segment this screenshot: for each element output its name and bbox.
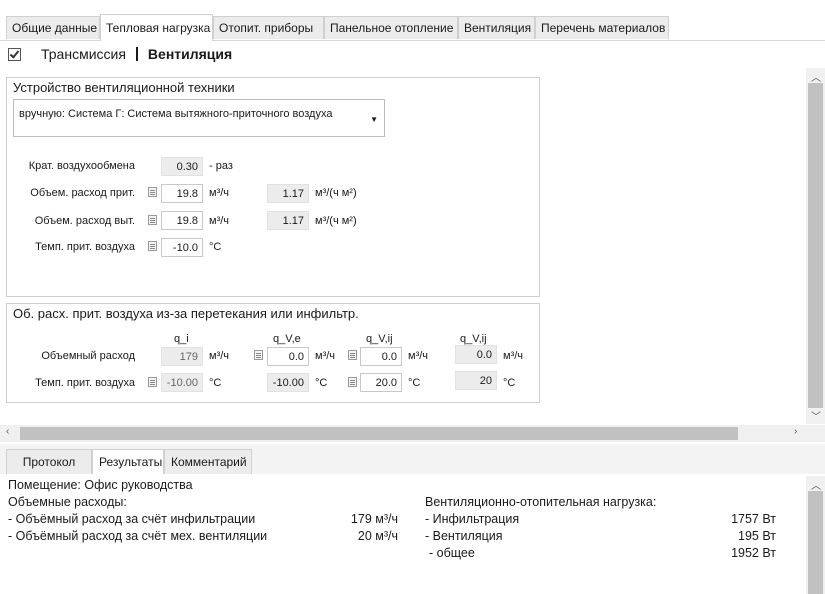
subheader-ventilation[interactable]: Вентиляция bbox=[148, 46, 232, 62]
qvij-result-temp-value: 20 bbox=[455, 371, 497, 390]
results-right-value: 1952 Вт bbox=[731, 546, 776, 560]
qvij-result-temp-unit: °C bbox=[503, 377, 516, 389]
tab-general-data[interactable]: Общие данные bbox=[6, 16, 100, 39]
qi-temp-unit: °C bbox=[209, 377, 222, 389]
subheader-transmission[interactable]: Трансмиссия bbox=[41, 46, 126, 62]
results-left-label: - Объёмный расход за счёт инфильтрации bbox=[8, 512, 256, 526]
calculator-icon[interactable] bbox=[348, 377, 357, 387]
col-head-qi: q_i bbox=[174, 333, 189, 345]
subheader-separator bbox=[135, 47, 138, 61]
supply-flow-label: Объем. расход прит. bbox=[30, 187, 135, 199]
qve-flow-input[interactable]: 0.0 bbox=[267, 347, 309, 366]
qi-flow-value: 179 bbox=[161, 347, 203, 366]
ventilation-device-title: Устройство вентиляционной техники bbox=[13, 80, 235, 95]
scroll-up-icon[interactable]: ︿ bbox=[811, 69, 821, 84]
supply-flow-unit: м³/ч bbox=[209, 187, 230, 199]
col-head-qve: q_V,e bbox=[273, 333, 301, 345]
exhaust-flow-unit: м³/ч bbox=[209, 215, 230, 227]
tab-panel-heating[interactable]: Панельное отопление bbox=[324, 16, 458, 39]
supply-temp-unit: °C bbox=[209, 241, 222, 253]
qvij-result-flow-unit: м³/ч bbox=[503, 350, 524, 362]
scroll-left-icon[interactable]: ‹ bbox=[6, 426, 9, 437]
qve-temp-value: -10.00 bbox=[267, 373, 309, 392]
qve-temp-unit: °C bbox=[315, 377, 328, 389]
tab-comment[interactable]: Комментарий bbox=[164, 449, 252, 474]
horizontal-scrollbar[interactable]: ‹ › bbox=[0, 425, 825, 442]
calculator-icon[interactable] bbox=[348, 350, 357, 360]
volume-flow-label: Объемный расход bbox=[41, 350, 135, 362]
results-right-label: - общее bbox=[429, 546, 475, 560]
calculator-icon[interactable] bbox=[148, 377, 157, 387]
scroll-right-icon[interactable]: › bbox=[794, 426, 797, 437]
tab-heating-devices[interactable]: Отопит. приборы bbox=[213, 16, 324, 39]
calculator-icon[interactable] bbox=[254, 350, 263, 360]
infiltration-title: Об. расх. прит. воздуха из-за перетекани… bbox=[13, 306, 359, 321]
tab-results[interactable]: Результаты bbox=[92, 449, 164, 474]
supply-temp-label: Темп. прит. воздуха bbox=[35, 241, 135, 253]
qvij-flow-input[interactable]: 0.0 bbox=[360, 347, 402, 366]
chevron-down-icon: ▼ bbox=[370, 115, 378, 124]
air-change-unit: - раз bbox=[209, 160, 233, 172]
supply-flow-input[interactable]: 19.8 bbox=[161, 184, 203, 203]
tab-materials-list[interactable]: Перечень материалов bbox=[535, 16, 669, 39]
calculator-icon[interactable] bbox=[148, 241, 157, 251]
scroll-up-icon[interactable]: ︿ bbox=[811, 477, 821, 492]
results-scrollbar[interactable]: ︿ bbox=[806, 476, 825, 594]
calculator-icon[interactable] bbox=[148, 215, 157, 225]
subheader: Трансмиссия Вентиляция bbox=[8, 44, 232, 64]
transmission-checkbox[interactable] bbox=[8, 47, 21, 61]
col-head-qvij-result: q_V,ij bbox=[460, 333, 487, 345]
results-left-value: 20 м³/ч bbox=[357, 529, 398, 543]
tab-protocol[interactable]: Протокол bbox=[6, 449, 92, 474]
infiltration-temp-label: Темп. прит. воздуха bbox=[35, 377, 135, 389]
supply-flow-specific-unit: м³/(ч м²) bbox=[315, 187, 357, 199]
hscroll-thumb[interactable] bbox=[20, 427, 738, 440]
results-room: Помещение: Офис руководства bbox=[8, 478, 193, 492]
qvij-temp-input[interactable]: 20.0 bbox=[360, 373, 402, 392]
air-change-value: 0.30 bbox=[161, 157, 203, 176]
exhaust-flow-specific-value: 1.17 bbox=[267, 211, 309, 230]
results-left-label: - Объёмный расход за счёт мех. вентиляци… bbox=[8, 529, 268, 543]
qi-temp-value: -10.00 bbox=[161, 373, 203, 392]
results-right-title: Вентиляционно-отопительная нагрузка: bbox=[425, 495, 657, 509]
air-change-label: Крат. воздухообмена bbox=[28, 160, 135, 172]
scrollbar-thumb[interactable] bbox=[808, 83, 823, 408]
results-right-label: - Вентиляция bbox=[425, 529, 503, 543]
supply-temp-input[interactable]: -10.0 bbox=[161, 238, 203, 257]
ventilation-system-dropdown[interactable]: вручную: Система Г: Система вытяжного-пр… bbox=[13, 99, 385, 137]
results-left-value: 179 м³/ч bbox=[350, 512, 398, 526]
tab-heat-load[interactable]: Тепловая нагрузка bbox=[100, 14, 213, 41]
exhaust-flow-specific-unit: м³/(ч м²) bbox=[315, 215, 357, 227]
calculator-icon[interactable] bbox=[148, 187, 157, 197]
results-right-label: - Инфильтрация bbox=[425, 512, 520, 526]
qve-flow-unit: м³/ч bbox=[315, 350, 336, 362]
qvij-result-flow-value: 0.0 bbox=[455, 345, 497, 364]
exhaust-flow-input[interactable]: 19.8 bbox=[161, 211, 203, 230]
scroll-down-icon[interactable]: ﹀ bbox=[811, 408, 821, 423]
results-right-value: 195 Вт bbox=[738, 529, 776, 543]
qvij-temp-unit: °C bbox=[408, 377, 421, 389]
exhaust-flow-label: Объем. расход выт. bbox=[34, 215, 135, 227]
tab-ventilation[interactable]: Вентиляция bbox=[458, 16, 535, 39]
col-head-qvij: q_V,ij bbox=[366, 333, 393, 345]
results-right-value: 1757 Вт bbox=[731, 512, 776, 526]
qvij-flow-unit: м³/ч bbox=[408, 350, 429, 362]
dropdown-value: вручную: Система Г: Система вытяжного-пр… bbox=[19, 108, 333, 120]
supply-flow-specific-value: 1.17 bbox=[267, 184, 309, 203]
results-scroll-thumb[interactable] bbox=[808, 491, 823, 594]
qi-flow-unit: м³/ч bbox=[209, 350, 230, 362]
vertical-scrollbar[interactable]: ︿ ﹀ bbox=[806, 68, 825, 424]
results-left-title: Объемные расходы: bbox=[8, 495, 127, 509]
